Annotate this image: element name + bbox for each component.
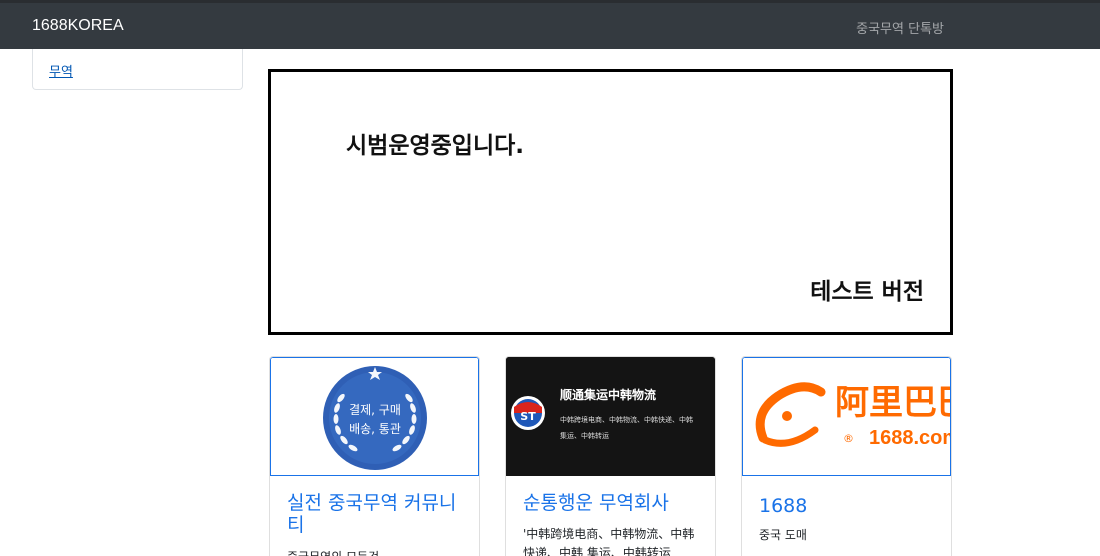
registered-mark: ® bbox=[843, 432, 854, 445]
banner-title: 시범운영중입니다. bbox=[346, 133, 525, 159]
banner-subtitle: 테스트 버전 bbox=[810, 279, 924, 305]
top-navbar: 1688KOREA 중국무역 단톡방 bbox=[0, 0, 1100, 49]
nav-link-chat-room[interactable]: 중국무역 단톡방 bbox=[856, 18, 944, 37]
suntong-image-line1: 中韩跨境电商、中韩物流、中韩快递、中韩 bbox=[560, 415, 693, 424]
card-text: 중국무역의 모든것 bbox=[287, 548, 467, 556]
card-community[interactable]: 결제, 구매 배송, 통관 실전 중국무역 커뮤니티 중국무역의 모든것 bbox=[269, 356, 480, 556]
suntong-image-heading: 顺通集运中韩物流 bbox=[560, 387, 656, 402]
sidebar-item-trade[interactable]: 무역 bbox=[49, 61, 73, 80]
card-text: 중국 도매 bbox=[759, 528, 807, 542]
suntong-banner-image: ST 顺通集运中韩物流 中韩跨境电商、中韩物流、中韩快递、中韩 集运、中韩转运 bbox=[506, 357, 715, 476]
card-image-suntong[interactable]: ST 顺通集运中韩物流 中韩跨境电商、中韩物流、中韩快递、中韩 集运、中韩转运 bbox=[506, 357, 715, 476]
card-image-emblem[interactable]: 결제, 구매 배송, 통관 bbox=[270, 357, 479, 476]
alibaba-domain-text: 1688.com bbox=[869, 427, 951, 449]
alibaba-logo-icon: 阿里巴巴 ® 1688.com bbox=[743, 358, 951, 475]
alibaba-chinese-text: 阿里巴巴 bbox=[835, 383, 951, 423]
st-logo-icon: ST bbox=[520, 410, 536, 423]
card-title[interactable]: 1688 bbox=[759, 495, 939, 517]
card-text: '中韩跨境电商、中韩物流、中韩快递、中韩 集运、中韩转运 bbox=[523, 527, 695, 556]
card-title[interactable]: 실전 중국무역 커뮤니티 bbox=[287, 492, 467, 536]
card-suntong[interactable]: ST 顺通集运中韩物流 中韩跨境电商、中韩物流、中韩快递、中韩 集运、中韩转运 … bbox=[505, 356, 716, 556]
emblem-text-line2: 배송, 통관 bbox=[349, 422, 401, 436]
brand-logo-link[interactable]: 1688KOREA bbox=[32, 17, 124, 35]
card-image-alibaba[interactable]: 阿里巴巴 ® 1688.com bbox=[742, 357, 951, 476]
card-title[interactable]: 순통행운 무역회사 bbox=[523, 492, 703, 514]
hero-banner: 시범운영중입니다. 테스트 버전 bbox=[268, 69, 953, 335]
suntong-image-line2: 集运、中韩转运 bbox=[560, 431, 609, 440]
emblem-text-line1: 결제, 구매 bbox=[349, 403, 401, 417]
card-1688[interactable]: 阿里巴巴 ® 1688.com 1688 중국 도매 bbox=[741, 356, 952, 556]
laurel-emblem-icon: 결제, 구매 배송, 통관 bbox=[271, 358, 478, 475]
sidebar-menu: 무역 bbox=[32, 49, 243, 90]
